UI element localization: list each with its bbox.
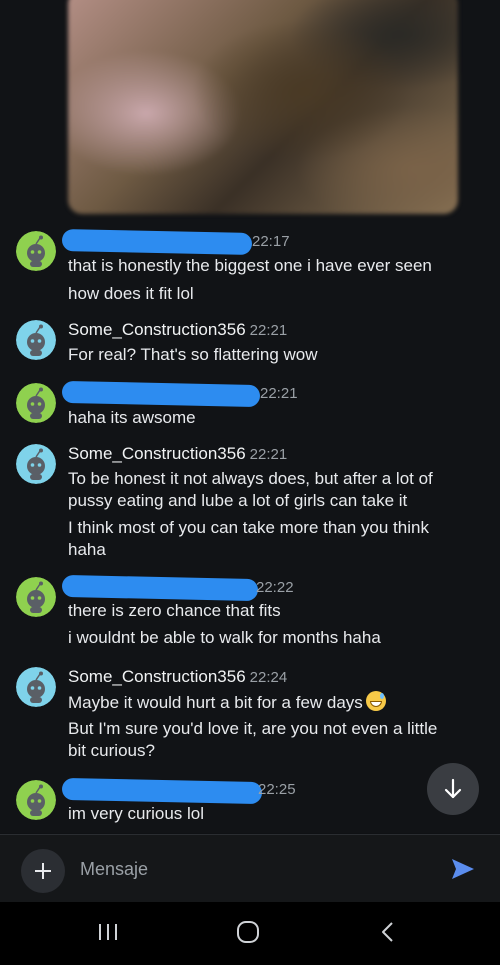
avatar-blue[interactable] xyxy=(16,444,56,484)
redacted-username xyxy=(61,380,261,408)
home-icon xyxy=(237,921,259,943)
sender-name[interactable]: Some_Construction356 22:21 xyxy=(68,320,287,340)
avatar-green[interactable] xyxy=(16,231,56,271)
redacted-username xyxy=(61,229,253,255)
avatar-green[interactable] xyxy=(16,780,56,820)
sender-name-text: Some_Construction356 xyxy=(68,320,246,339)
message-text: bit curious? xyxy=(68,741,155,760)
message-text: I think most of you can take more than y… xyxy=(68,518,429,537)
recent-apps-icon xyxy=(99,924,117,940)
message-text: haha its awsome xyxy=(68,408,196,427)
message-text: pussy eating and lube a lot of girls can… xyxy=(68,491,408,510)
android-navigation-bar xyxy=(0,902,500,965)
redacted-username xyxy=(61,574,259,602)
message-text: Maybe it would hurt a bit for a few days xyxy=(68,693,363,712)
sender-name[interactable]: Some_Construction356 22:24 xyxy=(68,667,287,687)
back-icon xyxy=(382,922,393,942)
message-text-with-emoji: Maybe it would hurt a bit for a few days xyxy=(68,691,478,714)
message-time: 22:24 xyxy=(249,669,288,686)
avatar-green[interactable] xyxy=(16,577,56,617)
send-button[interactable] xyxy=(450,857,476,886)
message-text: To be honest it not always does, but aft… xyxy=(68,469,433,488)
message-text: that is honestly the biggest one i have … xyxy=(68,256,432,275)
blurred-image-attachment[interactable] xyxy=(68,0,458,214)
message-text: For real? That's so flattering wow xyxy=(68,345,318,364)
message-time: 22:21 xyxy=(249,322,288,339)
message-input[interactable]: Mensaje xyxy=(80,859,148,880)
add-attachment-button[interactable] xyxy=(21,849,65,893)
back-button[interactable] xyxy=(378,920,398,949)
plus-icon xyxy=(35,863,51,879)
grinning-sweat-emoji xyxy=(365,691,386,711)
sender-name[interactable]: Some_Construction356 22:21 xyxy=(68,444,287,464)
message-text: im very curious lol xyxy=(68,804,205,823)
message-composer: Mensaje xyxy=(0,834,500,903)
message-text: But I'm sure you'd love it, are you not … xyxy=(68,719,438,738)
avatar-blue[interactable] xyxy=(16,667,56,707)
home-button[interactable] xyxy=(236,920,260,949)
message-time: 22:21 xyxy=(260,385,298,402)
message-time: 22:17 xyxy=(252,233,290,250)
message-time: 22:22 xyxy=(256,579,294,596)
scroll-to-bottom-button[interactable] xyxy=(427,763,479,815)
message-text: how does it fit lol xyxy=(68,284,194,303)
send-icon xyxy=(452,859,474,879)
sender-name-text: Some_Construction356 xyxy=(68,667,246,686)
avatar-green[interactable] xyxy=(16,383,56,423)
redacted-username xyxy=(61,777,263,805)
sender-name-text: Some_Construction356 xyxy=(68,444,246,463)
message-time: 22:25 xyxy=(258,781,296,798)
message-text: haha xyxy=(68,540,106,559)
message-text: there is zero chance that fits xyxy=(68,601,281,620)
message-text: i wouldnt be able to walk for months hah… xyxy=(68,628,381,647)
message-time: 22:21 xyxy=(249,446,288,463)
recent-apps-button[interactable] xyxy=(97,920,119,949)
scroll-down-arrow-icon xyxy=(444,778,462,799)
avatar-blue[interactable] xyxy=(16,320,56,360)
chat-area: 22:17 that is honestly the biggest one i… xyxy=(0,0,500,833)
